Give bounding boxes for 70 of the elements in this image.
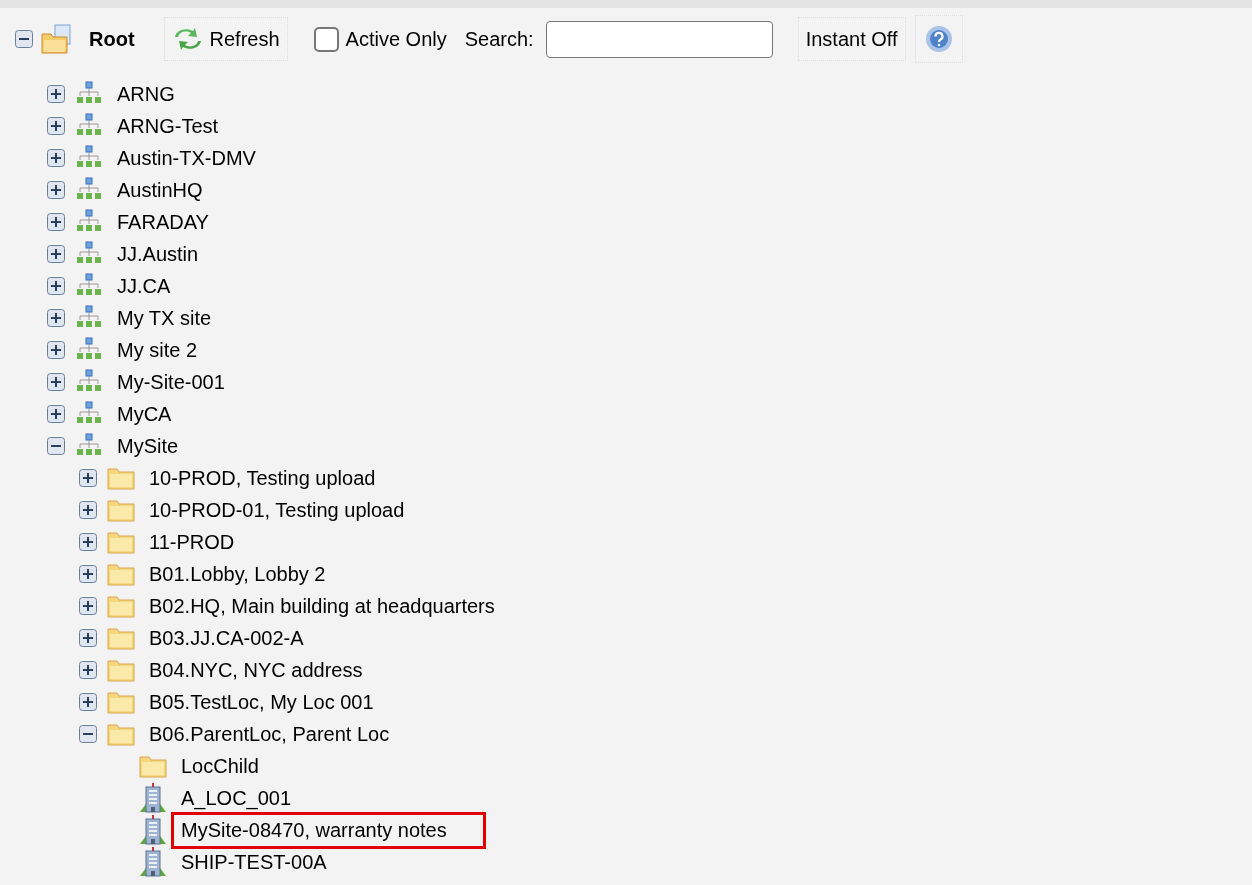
tree-item-label[interactable]: My TX site — [117, 303, 212, 333]
tree-item-label[interactable]: SHIP-TEST-00A — [181, 847, 327, 877]
tree-item-label[interactable]: JJ.CA — [117, 271, 171, 301]
search-field[interactable] — [545, 20, 773, 58]
expand-icon[interactable] — [47, 309, 65, 327]
expand-icon[interactable] — [79, 501, 97, 519]
tree-item-label[interactable]: 11-PROD — [149, 527, 235, 557]
expand-icon[interactable] — [47, 373, 65, 391]
expand-icon[interactable] — [47, 277, 65, 295]
expand-icon[interactable] — [79, 565, 97, 583]
expand-icon[interactable] — [47, 117, 65, 135]
tree-item-label[interactable]: MySite-08470, warranty notes — [171, 811, 486, 849]
expand-icon[interactable] — [79, 533, 97, 551]
collapse-icon[interactable] — [15, 30, 33, 48]
folder-icon — [107, 658, 135, 682]
folder-icon — [107, 498, 135, 522]
expand-icon[interactable] — [47, 405, 65, 423]
folder-icon — [107, 466, 135, 490]
tree-item-label[interactable]: B05.TestLoc, My Loc 001 — [149, 687, 374, 717]
expand-icon[interactable] — [79, 661, 97, 679]
tree-item-label[interactable]: 10-PROD, Testing upload — [149, 463, 376, 493]
expand-icon[interactable] — [79, 629, 97, 647]
building-icon — [140, 815, 166, 845]
collapse-icon[interactable] — [47, 437, 65, 455]
folder-icon — [107, 626, 135, 650]
expand-icon[interactable] — [79, 693, 97, 711]
expand-icon[interactable] — [47, 341, 65, 359]
expand-icon[interactable] — [47, 149, 65, 167]
expand-icon[interactable] — [47, 213, 65, 231]
folder-document-icon — [41, 24, 74, 54]
expand-icon[interactable] — [47, 85, 65, 103]
tree-item-label[interactable]: MyCA — [117, 399, 172, 429]
building-icon — [140, 847, 166, 877]
expand-icon[interactable] — [79, 597, 97, 615]
folder-icon — [107, 722, 135, 746]
folder-icon — [107, 562, 135, 586]
tree-item-label[interactable]: 10-PROD-01, Testing upload — [149, 495, 405, 525]
folder-icon — [107, 530, 135, 554]
tree-item-label[interactable]: MySite — [117, 431, 179, 461]
tree-item-label[interactable]: JJ.Austin — [117, 239, 199, 269]
expand-icon[interactable] — [47, 245, 65, 263]
folder-icon — [107, 594, 135, 618]
help-button[interactable] — [914, 15, 963, 63]
tree-item-label[interactable]: A_LOC_001 — [181, 783, 292, 813]
tree-item-label[interactable]: FARADAY — [117, 207, 209, 237]
help-icon — [924, 25, 953, 53]
tree-item-label[interactable]: My site 2 — [117, 335, 198, 365]
folder-icon — [139, 754, 167, 778]
search-label: Search: — [464, 27, 534, 52]
tree-item-label[interactable]: ARNG — [117, 79, 175, 109]
instant-off-button[interactable]: Instant Off — [797, 17, 906, 61]
tree-item-label[interactable]: ARNG-Test — [117, 111, 219, 141]
tree-item-label[interactable]: LocChild — [181, 751, 259, 781]
expand-icon[interactable] — [79, 469, 97, 487]
tree-item-label[interactable]: AustinHQ — [117, 175, 203, 205]
root-label[interactable]: Root — [89, 24, 135, 54]
refresh-button[interactable]: Refresh — [163, 17, 288, 61]
collapse-icon[interactable] — [79, 725, 97, 743]
tree-item-label[interactable]: B06.ParentLoc, Parent Loc — [149, 719, 390, 749]
tree-item-label[interactable]: B03.JJ.CA-002-A — [149, 623, 304, 653]
tree-item-label[interactable]: B04.NYC, NYC address — [149, 655, 363, 685]
tree-item-label[interactable]: Austin-TX-DMV — [117, 143, 256, 173]
tree-item-label[interactable]: B02.HQ, Main building at headquarters — [149, 591, 495, 621]
tree-item-label[interactable]: B01.Lobby, Lobby 2 — [149, 559, 326, 589]
building-icon — [140, 783, 166, 813]
folder-icon — [107, 690, 135, 714]
active-only-checkbox[interactable] — [313, 26, 339, 52]
active-only-label[interactable]: Active Only — [345, 24, 447, 54]
tree-item-label[interactable]: My-Site-001 — [117, 367, 225, 397]
expand-icon[interactable] — [47, 181, 65, 199]
